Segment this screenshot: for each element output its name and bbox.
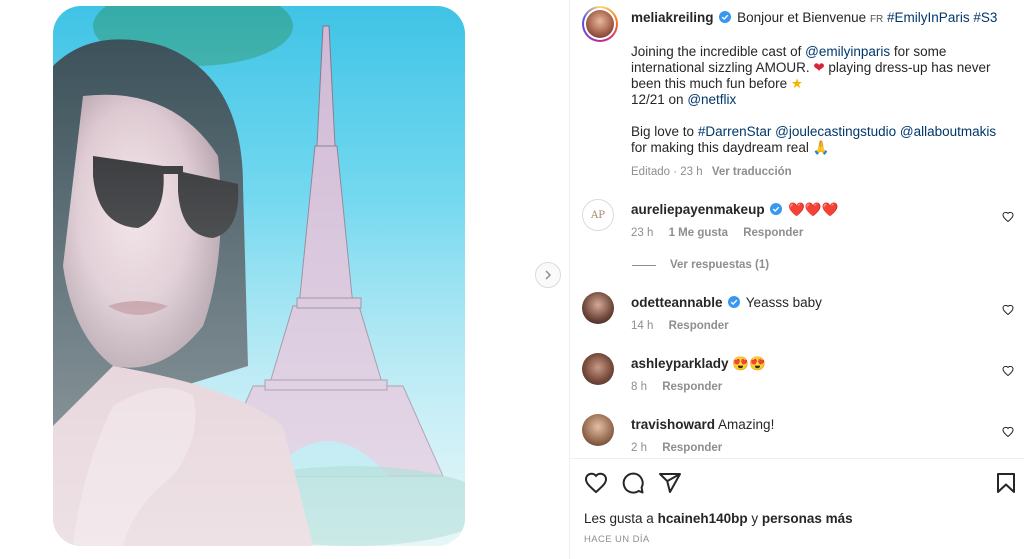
post-caption: meliakreiling Bonjour et Bienvenue FR #E… [631,10,1011,180]
comment-time: 8 h [631,381,647,393]
verified-badge-icon [770,203,783,215]
comment-username[interactable]: aureliepayenmakeup [631,202,765,217]
comment-body: odetteannable Yeasss baby [631,294,991,312]
likes-summary: Les gusta a hcaineh140bp y personas más [584,511,853,526]
actions-separator [570,458,1024,459]
comment-body: ashleyparklady 😍😍 [631,355,991,373]
caption-text-1: Joining the incredible cast of [631,44,802,59]
comment-username[interactable]: travishoward [631,417,715,432]
caption-meta: Editado · 23 h Ver traducción [631,164,1011,180]
caption-text-4: Big love to [631,124,695,139]
view-replies-button[interactable]: Ver respuestas (1) [632,259,769,271]
comment-username[interactable]: odetteannable [631,295,723,310]
translate-link[interactable]: Ver traducción [712,166,792,178]
praying-hands-emoji-icon: 🙏 [812,140,830,155]
verified-badge-icon [728,296,741,308]
likes-others[interactable]: personas más [762,511,853,526]
photo-illustration [53,6,465,546]
next-image-button[interactable] [535,262,561,288]
comment-text: Yeasss baby [745,295,822,310]
post-media [0,0,570,559]
comment-avatar[interactable] [582,292,614,324]
caption-greeting: Bonjour et Bienvenue [737,10,867,25]
hashtag-darrenstar[interactable]: #DarrenStar [698,124,772,139]
heart-emoji-icon: ❤ [813,60,825,75]
comment-meta: 14 h Responder [631,320,741,332]
comment-avatar[interactable] [582,353,614,385]
comment-meta: 2 h Responder [631,442,734,454]
chevron-right-icon [545,270,552,280]
mention-joulecastingstudio[interactable]: @joulecastingstudio [775,124,896,139]
author-username[interactable]: meliakreiling [631,10,714,25]
heart-icon[interactable] [1002,304,1014,316]
posted-time[interactable]: HACE UN DÍA [584,534,650,545]
post-details-panel: meliakreiling Bonjour et Bienvenue FR #E… [570,0,1024,559]
view-replies-label: Ver respuestas (1) [670,259,770,271]
author-avatar[interactable] [582,6,618,42]
share-icon[interactable] [658,471,682,495]
comment-icon[interactable] [621,471,645,495]
likes-pre: Les gusta a [584,511,654,526]
caption-text-5: for making this daydream real [631,140,809,155]
comment-time: 2 h [631,442,647,454]
reply-button[interactable]: Responder [662,442,722,454]
mention-netflix[interactable]: @netflix [687,92,736,107]
replies-line [632,264,656,266]
comment-avatar[interactable]: AP [582,199,614,231]
bookmark-icon[interactable] [994,471,1018,495]
comment-time: 23 h [631,227,654,239]
comment-text: ❤️❤️❤️ [788,202,839,217]
reply-button[interactable]: Responder [662,381,722,393]
edited-time: Editado · 23 h [631,166,703,178]
hashtag-s3[interactable]: #S3 [973,10,997,25]
reply-button[interactable]: Responder [743,227,803,239]
verified-badge-icon [719,11,732,23]
reply-button[interactable]: Responder [669,320,729,332]
liker-username[interactable]: hcaineh140bp [658,511,748,526]
comment-body: travishoward Amazing! [631,416,991,434]
comment-body: aureliepayenmakeup ❤️❤️❤️ [631,201,991,219]
comment-meta: 23 h 1 Me gusta Responder [631,227,815,239]
comment-text: Amazing! [718,417,775,432]
post-photo[interactable] [53,6,465,546]
comment-text: 😍😍 [732,356,766,371]
like-heart-icon[interactable] [584,471,608,495]
flag-text: FR [869,14,884,25]
comment-meta: 8 h Responder [631,381,734,393]
comment-avatar[interactable] [582,414,614,446]
hashtag-emilyinparis[interactable]: #EmilyInParis [887,10,970,25]
heart-icon[interactable] [1002,211,1014,223]
heart-icon[interactable] [1002,426,1014,438]
likes-mid: y [751,511,759,526]
comment-username[interactable]: ashleyparklady [631,356,729,371]
heart-icon[interactable] [1002,365,1014,377]
comment-likes[interactable]: 1 Me gusta [669,227,728,239]
star-emoji-icon: ★ [790,76,803,91]
comment-time: 14 h [631,320,654,332]
caption-date: 12/21 on [631,92,684,107]
mention-allaboutmakis[interactable]: @allaboutmakis [900,124,996,139]
mention-emilyinparis[interactable]: @emilyinparis [805,44,890,59]
